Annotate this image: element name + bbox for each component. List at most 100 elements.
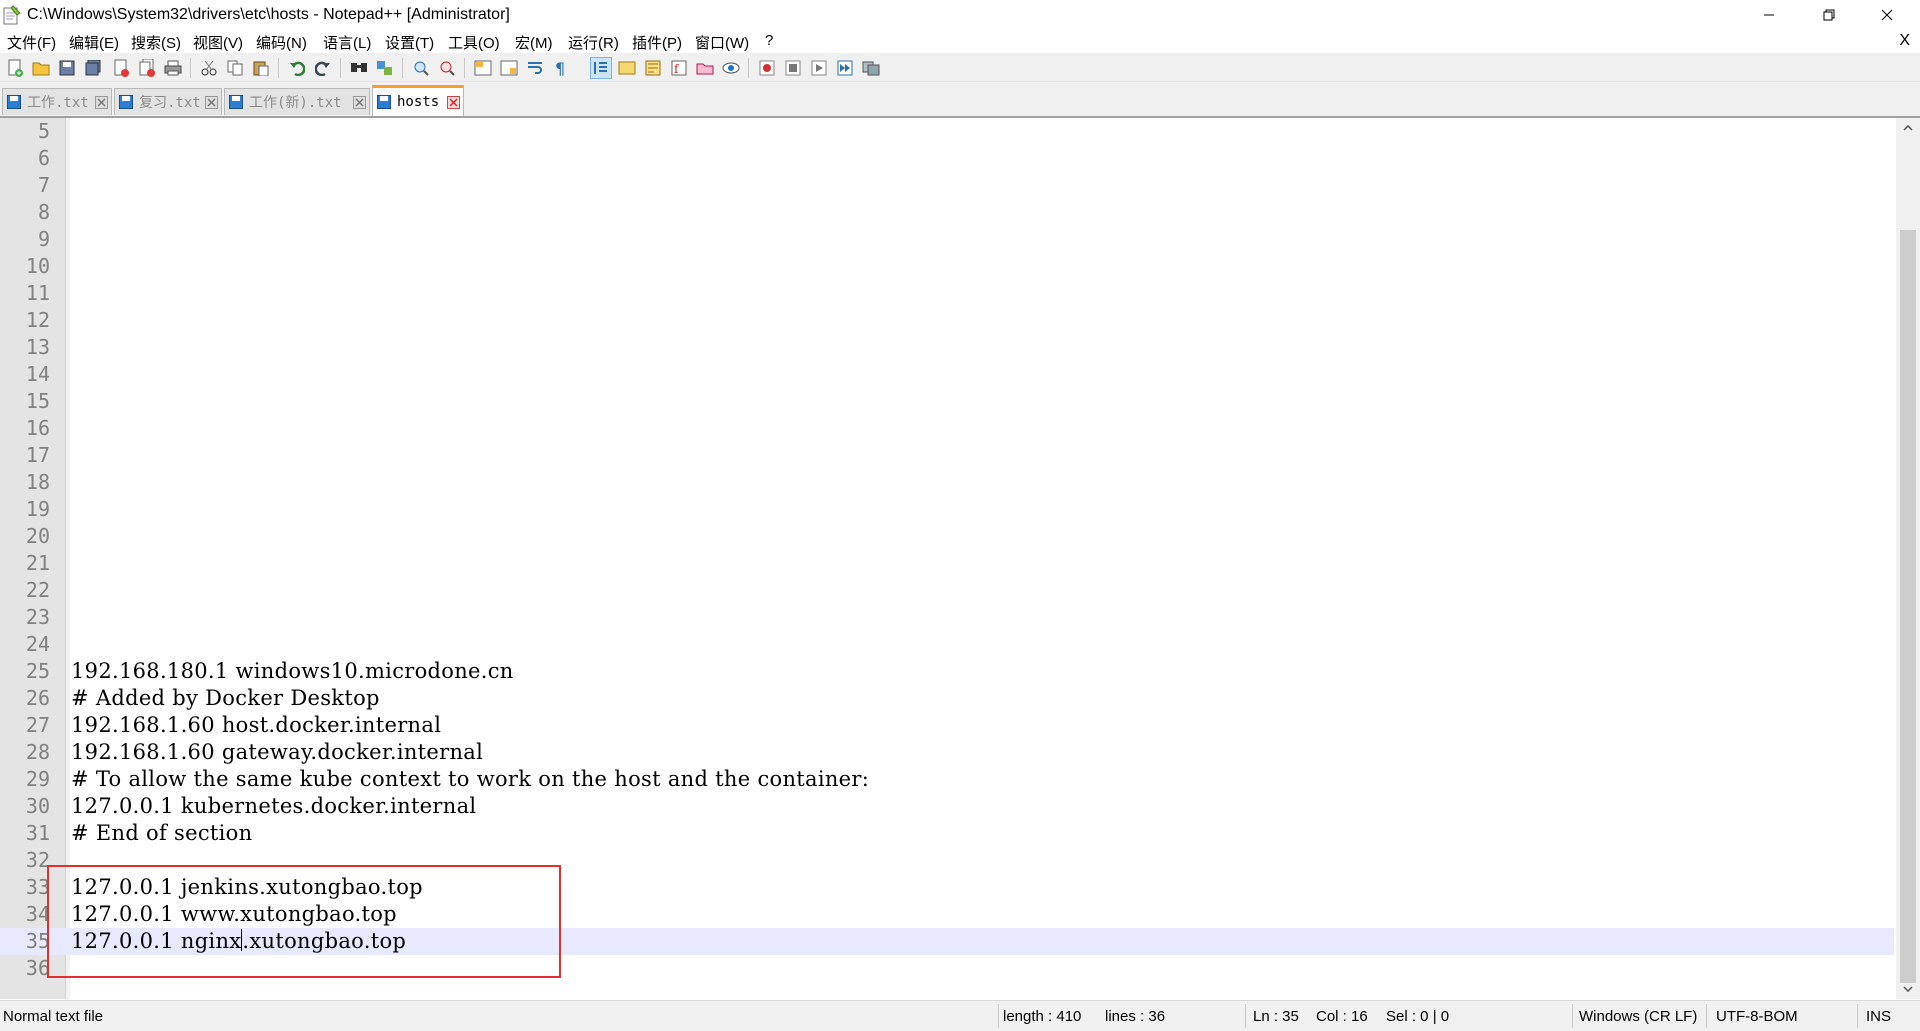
editor-line[interactable]: 9 — [0, 226, 1894, 253]
zoom-in-icon[interactable] — [410, 57, 432, 79]
line-text[interactable]: # Added by Docker Desktop — [71, 685, 380, 712]
editor-line[interactable]: 26 # Added by Docker Desktop — [0, 685, 1894, 712]
sync-horizontal-scroll-icon[interactable] — [498, 57, 520, 79]
editor-line[interactable]: 13 — [0, 334, 1894, 361]
line-text[interactable]: 192.168.1.60 gateway.docker.internal — [71, 739, 483, 766]
editor-line[interactable]: 11 — [0, 280, 1894, 307]
run-macro-multiple-icon[interactable] — [834, 57, 856, 79]
menu-plugins[interactable]: 插件(P) — [629, 32, 685, 53]
editor-line[interactable]: 14 — [0, 361, 1894, 388]
editor-line[interactable]: 21 — [0, 550, 1894, 577]
open-file-icon[interactable] — [30, 57, 52, 79]
undo-icon[interactable] — [286, 57, 308, 79]
editor-line[interactable]: 18 — [0, 469, 1894, 496]
restore-button[interactable] — [1800, 0, 1858, 30]
scrollbar-thumb[interactable] — [1900, 230, 1916, 983]
menu-macro[interactable]: 宏(M) — [512, 32, 556, 53]
document-map-icon[interactable] — [642, 57, 664, 79]
line-number: 35 — [25, 929, 50, 953]
editor-line[interactable]: 16 — [0, 415, 1894, 442]
editor-line[interactable]: 15 — [0, 388, 1894, 415]
menu-search[interactable]: 搜索(S) — [128, 32, 184, 53]
menu-window[interactable]: 窗口(W) — [692, 32, 752, 53]
editor-line[interactable]: 27 192.168.1.60 host.docker.internal — [0, 712, 1894, 739]
scroll-down-arrow-icon[interactable] — [1896, 979, 1920, 999]
scroll-up-arrow-icon[interactable] — [1896, 118, 1920, 138]
play-macro-icon[interactable] — [808, 57, 830, 79]
stop-recording-icon[interactable] — [782, 57, 804, 79]
menu-help[interactable]: ? — [762, 32, 776, 49]
menu-file[interactable]: 文件(F) — [4, 32, 59, 53]
menu-language[interactable]: 语言(L) — [320, 32, 374, 53]
monitoring-icon[interactable] — [720, 57, 742, 79]
editor-line[interactable]: 30 127.0.0.1 kubernetes.docker.internal — [0, 793, 1894, 820]
tab-work-txt[interactable]: 工作.txt — [2, 88, 112, 115]
find-icon[interactable] — [348, 57, 370, 79]
tab-close-icon[interactable] — [353, 95, 366, 109]
indent-guide-icon[interactable] — [590, 57, 612, 79]
define-language-icon[interactable] — [616, 57, 638, 79]
line-text[interactable]: # End of section — [71, 820, 252, 847]
line-text[interactable]: # To allow the same kube context to work… — [71, 766, 869, 793]
show-all-characters-icon[interactable]: ¶ — [550, 57, 572, 79]
tab-close-icon[interactable] — [95, 95, 108, 109]
editor-line[interactable]: 23 — [0, 604, 1894, 631]
new-file-icon[interactable] — [4, 57, 26, 79]
close-window-button[interactable] — [1858, 0, 1916, 30]
line-text[interactable]: 192.168.180.1 windows10.microdone.cn — [71, 658, 514, 685]
line-text[interactable]: 192.168.1.60 host.docker.internal — [71, 712, 441, 739]
menu-run[interactable]: 运行(R) — [565, 32, 622, 53]
editor-area[interactable]: 5 6 7 8 9 10 11 12 13 14 15 16 17 18 19 … — [0, 118, 1900, 999]
function-list-icon[interactable]: f — [668, 57, 690, 79]
editor-line[interactable]: 25 192.168.180.1 windows10.microdone.cn — [0, 658, 1894, 685]
close-all-icon[interactable] — [136, 57, 158, 79]
tab-close-icon[interactable] — [205, 95, 218, 109]
folder-as-workspace-icon[interactable] — [694, 57, 716, 79]
tab-close-icon[interactable] — [447, 95, 460, 109]
menu-encoding[interactable]: 编码(N) — [253, 32, 310, 53]
menu-settings[interactable]: 设置(T) — [382, 32, 437, 53]
tab-label: 工作.txt — [27, 95, 89, 111]
editor-line[interactable]: 20 — [0, 523, 1894, 550]
editor-line[interactable]: 19 — [0, 496, 1894, 523]
line-text[interactable]: 127.0.0.1 kubernetes.docker.internal — [71, 793, 476, 820]
vertical-scrollbar[interactable] — [1896, 118, 1920, 999]
copy-icon[interactable] — [224, 57, 246, 79]
word-wrap-icon[interactable] — [524, 57, 546, 79]
editor-line[interactable]: 31 # End of section — [0, 820, 1894, 847]
editor-line[interactable]: 8 — [0, 199, 1894, 226]
paste-icon[interactable] — [250, 57, 272, 79]
save-icon[interactable] — [56, 57, 78, 79]
editor-line[interactable]: 24 — [0, 631, 1894, 658]
editor-line[interactable]: 17 — [0, 442, 1894, 469]
save-all-icon[interactable] — [82, 57, 104, 79]
editor-line[interactable]: 28 192.168.1.60 gateway.docker.internal — [0, 739, 1894, 766]
menu-edit[interactable]: 编辑(E) — [66, 32, 122, 53]
tab-label: hosts — [397, 94, 440, 110]
line-number: 26 — [25, 686, 50, 710]
tab-review-txt[interactable]: 复习.txt — [114, 88, 222, 115]
editor-line[interactable]: 12 — [0, 307, 1894, 334]
close-file-icon[interactable] — [110, 57, 132, 79]
editor-line[interactable]: 6 — [0, 145, 1894, 172]
editor-line[interactable]: 29 # To allow the same kube context to wo… — [0, 766, 1894, 793]
redo-icon[interactable] — [312, 57, 334, 79]
editor-line[interactable]: 5 — [0, 118, 1894, 145]
editor-line[interactable]: 22 — [0, 577, 1894, 604]
close-document-button[interactable]: X — [1899, 32, 1910, 50]
print-icon[interactable] — [162, 57, 184, 79]
save-macro-icon[interactable] — [860, 57, 882, 79]
cut-icon[interactable] — [198, 57, 220, 79]
editor-line[interactable]: 7 — [0, 172, 1894, 199]
sync-vertical-scroll-icon[interactable] — [472, 57, 494, 79]
zoom-out-icon[interactable] — [436, 57, 458, 79]
line-number: 31 — [25, 821, 50, 845]
replace-icon[interactable] — [374, 57, 396, 79]
tab-work-new-txt[interactable]: 工作(新).txt — [224, 88, 370, 115]
editor-line[interactable]: 10 — [0, 253, 1894, 280]
record-macro-icon[interactable] — [756, 57, 778, 79]
minimize-button[interactable] — [1740, 0, 1798, 30]
tab-hosts[interactable]: hosts — [372, 85, 464, 116]
menu-view[interactable]: 视图(V) — [190, 32, 246, 53]
menu-tools[interactable]: 工具(O) — [445, 32, 503, 53]
